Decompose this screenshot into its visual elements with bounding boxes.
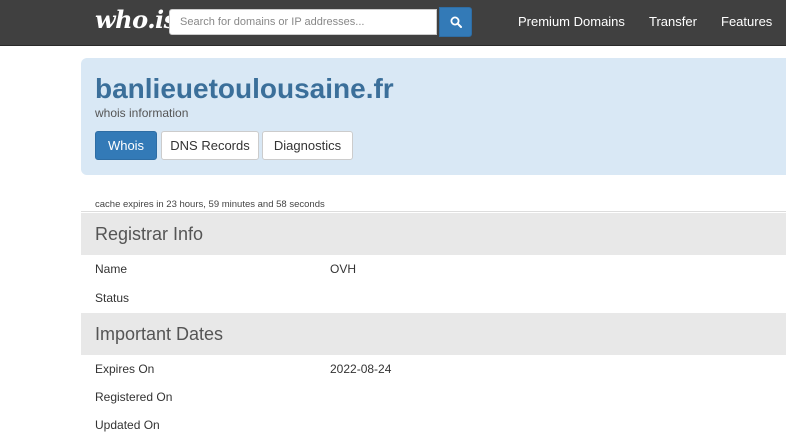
registered-on-label: Registered On: [95, 390, 173, 404]
registrar-name-label: Name: [95, 262, 128, 276]
top-navbar: who.is Premium Domains Transfer Features: [0, 0, 786, 46]
page-subtitle: whois information: [95, 106, 189, 120]
nav-premium-domains[interactable]: Premium Domains: [518, 14, 625, 29]
site-logo[interactable]: who.is: [95, 6, 177, 36]
tab-dns-records[interactable]: DNS Records: [161, 131, 259, 160]
cache-expiry-note: cache expires in 23 hours, 59 minutes an…: [95, 199, 325, 210]
domain-header-panel: banlieuetoulousaine.fr whois information…: [81, 58, 786, 175]
updated-on-label: Updated On: [95, 418, 160, 432]
registrar-info-header: Registrar Info: [81, 213, 786, 255]
search-icon: [450, 16, 462, 28]
divider: [81, 211, 786, 212]
domain-title: banlieuetoulousaine.fr: [95, 73, 394, 104]
search-button[interactable]: [439, 7, 472, 37]
expires-on-value: 2022-08-24: [330, 362, 392, 376]
tab-diagnostics[interactable]: Diagnostics: [262, 131, 353, 160]
nav-transfer[interactable]: Transfer: [649, 14, 697, 29]
tab-whois[interactable]: Whois: [95, 131, 157, 160]
registrar-name-value: OVH: [330, 262, 357, 276]
expires-on-label: Expires On: [95, 362, 155, 376]
registrar-status-label: Status: [95, 291, 130, 305]
section-title: Important Dates: [95, 324, 224, 344]
section-title: Registrar Info: [95, 224, 204, 244]
nav-features[interactable]: Features: [721, 14, 772, 29]
search-input[interactable]: [169, 9, 437, 35]
important-dates-header: Important Dates: [81, 313, 786, 355]
